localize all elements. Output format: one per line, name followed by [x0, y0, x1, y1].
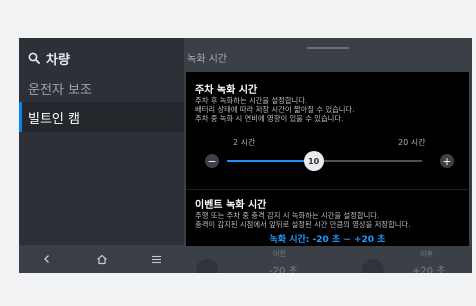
bg-minus-button [196, 259, 218, 273]
event-desc-line: 충격이 감지된 시점에서 앞뒤로 설정된 시간 만큼의 영상을 저장합니다. [195, 220, 411, 229]
infotainment-screen: 차량 운전자 보조 빌트인 캠 녹화 시간 이전 -20 초 이후 +20 초 … [19, 38, 472, 273]
bottom-nav [19, 245, 184, 273]
plus-icon: + [442, 154, 452, 168]
background-event-controls: 이전 -20 초 이후 +20 초 [184, 246, 472, 273]
parking-description: 주차 후 녹화하는 시간을 설정합니다. 배터리 상태에 따라 저장 시간이 짧… [195, 96, 465, 123]
decrease-button[interactable]: − [205, 154, 219, 168]
parking-desc-line: 배터리 상태에 따라 저장 시간이 짧아질 수 있습니다. [195, 105, 355, 114]
slider-knob[interactable]: 10 [303, 151, 324, 171]
search-button[interactable]: 차량 [28, 49, 70, 68]
home-button[interactable] [87, 247, 117, 271]
menu-icon [152, 255, 161, 263]
event-recording-note: 녹화 시간: -20 초 ~ +20 초 [269, 235, 386, 245]
drag-handle[interactable] [307, 47, 349, 49]
before-value: -20 초 [269, 266, 298, 273]
slider-fill [227, 160, 314, 162]
event-description: 주행 또는 주차 중 충격 감지 시 녹화하는 시간을 설정합니다. 충격이 감… [195, 211, 465, 229]
increase-button[interactable]: + [440, 154, 454, 168]
search-label: 차량 [46, 52, 70, 68]
back-icon [43, 255, 49, 263]
minus-icon: − [207, 154, 217, 168]
before-label: 이전 [273, 250, 286, 258]
sidebar-item-label: 운전자 보조 [28, 82, 92, 98]
page-title: 녹화 시간 [187, 54, 227, 65]
bg-plus-button [362, 259, 384, 273]
back-button[interactable] [32, 247, 62, 271]
event-desc-line: 주행 또는 주차 중 충격 감지 시 녹화하는 시간을 설정합니다. [195, 211, 380, 220]
event-title: 이벤트 녹화 시간 [195, 200, 267, 211]
divider [186, 189, 469, 190]
recording-time-popup: 주차 녹화 시간 주차 후 녹화하는 시간을 설정합니다. 배터리 상태에 따라… [186, 72, 469, 246]
sidebar: 차량 운전자 보조 빌트인 캠 [19, 38, 184, 273]
parking-title: 주차 녹화 시간 [195, 85, 258, 96]
slider-min-label: 2 시간 [233, 138, 256, 147]
after-label: 이후 [420, 250, 433, 258]
sidebar-item-driver-assist[interactable]: 운전자 보조 [19, 73, 184, 103]
selected-indicator [19, 102, 22, 132]
parking-desc-line: 주차 중 녹화 시 연비에 영향이 있을 수 있습니다. [195, 114, 344, 123]
search-icon [28, 52, 40, 64]
menu-button[interactable] [142, 247, 172, 271]
after-value: +20 초 [412, 266, 446, 273]
parking-desc-line: 주차 후 녹화하는 시간을 설정합니다. [195, 96, 308, 105]
sidebar-item-builtin-cam[interactable]: 빌트인 캠 [19, 102, 184, 132]
home-icon [96, 254, 107, 264]
slider-track[interactable] [227, 160, 422, 162]
slider-value: 10 [308, 156, 320, 166]
slider-max-label: 20 시간 [398, 138, 426, 147]
sidebar-item-label: 빌트인 캠 [28, 111, 80, 127]
